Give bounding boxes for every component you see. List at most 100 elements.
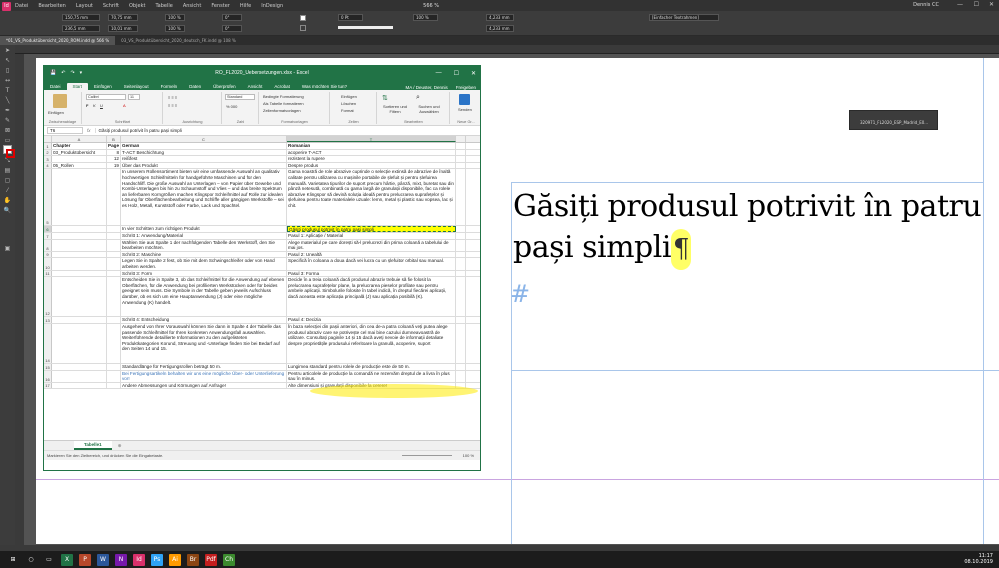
cell-chapter[interactable]: 05_Rollen — [52, 162, 107, 169]
horizontal-ruler[interactable] — [15, 45, 999, 54]
tab-file[interactable]: Datei — [44, 83, 67, 90]
cell-empty[interactable] — [456, 226, 466, 232]
y-field[interactable]: 236,5 mm — [62, 25, 100, 32]
sheet-tab[interactable]: Tabelle1 — [74, 441, 112, 450]
insert-cells-button[interactable]: Einfügen — [341, 94, 357, 99]
align-left-icon[interactable]: ≡ ≡ ≡ — [168, 103, 177, 108]
tab-data[interactable]: Daten — [183, 83, 207, 90]
spreadsheet-grid[interactable]: A B C T 1 Chapter Page German Romanian 2 03_Pr… — [44, 136, 480, 440]
column-header-b[interactable]: B — [107, 136, 121, 142]
excel-zoom-level[interactable]: 100 % — [463, 453, 474, 458]
cell-page[interactable]: Page — [107, 143, 121, 149]
width-field[interactable]: 70,75 mm — [108, 14, 138, 21]
excel-maximize-icon[interactable]: ☐ — [454, 70, 459, 77]
gap-tool-icon[interactable]: ↔ — [2, 77, 13, 85]
shear-field[interactable]: 0° — [222, 25, 242, 32]
cell-german[interactable]: Bei Fertigungsartikeln behalten wir uns … — [121, 370, 287, 382]
scale-x-field[interactable]: 100 % — [165, 14, 185, 21]
cell-empty[interactable] — [456, 277, 466, 317]
floating-pdf-panel[interactable]: 320971_FL2020_ESP_Madrid_E0... — [849, 110, 938, 130]
cell-german[interactable]: Schritt 3: Form — [121, 270, 287, 277]
align-top-icon[interactable]: ≡ ≡ ≡ — [168, 95, 177, 100]
cell-page[interactable] — [107, 364, 121, 370]
cell-romanian[interactable]: Pasul 4: Decizia — [287, 317, 456, 323]
cell-romanian[interactable]: Găsiți produsul potrivit în patru pași s… — [287, 226, 456, 232]
column-header-t[interactable]: T — [287, 136, 456, 142]
line-tool-icon[interactable]: ╲ — [2, 97, 13, 105]
cell-romanian[interactable]: Pasul 3: Forma — [287, 270, 456, 277]
cell-page[interactable] — [107, 239, 121, 251]
cell-german[interactable]: Entscheiden Sie in Spalte 3, ob das Schl… — [121, 277, 287, 317]
scale-y-field[interactable]: 100 % — [165, 25, 185, 32]
menu-indesign[interactable]: InDesign — [261, 3, 283, 9]
bold-icon[interactable]: F — [86, 103, 88, 108]
conditional-formatting-button[interactable]: Bedingte Formatierung — [263, 94, 304, 99]
cell-empty[interactable] — [456, 239, 466, 251]
cell-german[interactable]: Schritt 2: Maschine — [121, 251, 287, 258]
cell-romanian[interactable]: Lungimea standard pentru rolele de produ… — [287, 364, 456, 370]
cell-page[interactable]: 19 — [107, 162, 121, 169]
percent-icon[interactable]: % 000 — [226, 104, 237, 109]
delete-cells-button[interactable]: Löschen — [341, 101, 356, 106]
system-clock[interactable]: 11:17 08.10.2019 — [964, 553, 993, 565]
cell-page[interactable]: 8 — [107, 149, 121, 156]
row-header[interactable]: 11 — [44, 270, 52, 277]
cell-romanian[interactable]: rezistent la rupere — [287, 156, 456, 162]
taskbar-app-icon[interactable]: Pdf — [205, 553, 217, 566]
excel-minimize-icon[interactable]: — — [436, 70, 442, 77]
cell-romanian[interactable]: Pentru articolele de producție la comand… — [287, 370, 456, 382]
zoom-tool-icon[interactable]: 🔍 — [2, 207, 13, 215]
row-header[interactable]: 4 — [44, 162, 52, 169]
cell-chapter[interactable] — [52, 251, 107, 258]
object-style-select[interactable]: [Einfacher Textrahmen] — [649, 14, 719, 21]
cell-page[interactable] — [107, 382, 121, 389]
cell-romanian[interactable]: Decide în a treia coloană dacă produsul … — [287, 277, 456, 317]
vertical-ruler[interactable] — [15, 54, 24, 545]
cell-chapter[interactable] — [52, 364, 107, 370]
inset-top-field[interactable]: 4,233 mm — [486, 14, 514, 21]
transform-tool-icon[interactable]: ⤡ — [2, 157, 13, 165]
cell-empty[interactable] — [456, 251, 466, 258]
row-header[interactable]: 13 — [44, 317, 52, 323]
cell-german[interactable]: T-ACT Beschichtung — [121, 149, 287, 156]
cell-page[interactable]: 12 — [107, 156, 121, 162]
cell-empty[interactable] — [456, 232, 466, 239]
cell-empty[interactable] — [456, 258, 466, 270]
cell-german[interactable]: Schritt 1: Anwendung/Material — [121, 232, 287, 239]
format-as-table-button[interactable]: Als Tabelle formatieren — [263, 101, 304, 106]
row-header[interactable]: 1 — [44, 143, 52, 149]
cell-german[interactable]: Standardlänge für Fertigungsrollen beträ… — [121, 364, 287, 370]
format-cells-button[interactable]: Format — [341, 108, 354, 113]
taskbar-app-icon[interactable]: Br — [187, 553, 199, 566]
taskbar-app-icon[interactable]: Ai — [169, 553, 181, 566]
paste-button[interactable]: Einfügen — [48, 110, 64, 115]
cell-page[interactable] — [107, 370, 121, 382]
taskbar-app-icon[interactable]: ⊞ — [7, 553, 19, 566]
cell-empty[interactable] — [456, 317, 466, 323]
italic-icon[interactable]: K — [93, 103, 96, 108]
cell-romanian[interactable]: În baza selecției din pașii anteriori, d… — [287, 323, 456, 364]
cell-empty[interactable] — [456, 323, 466, 364]
column-header-blank[interactable] — [456, 136, 466, 142]
menu-help[interactable]: Hilfe — [240, 3, 251, 9]
minimize-icon[interactable]: — — [957, 1, 963, 8]
tell-me-box[interactable]: Was möchten Sie tun? — [296, 83, 353, 90]
row-header[interactable]: 8 — [44, 239, 52, 251]
cell-chapter[interactable] — [52, 226, 107, 232]
stroke-weight-field[interactable]: 0 Pt — [338, 14, 363, 21]
user-name[interactable]: Dennis CC — [913, 2, 939, 8]
taskbar-app-icon[interactable]: P — [79, 553, 91, 566]
taskbar-app-icon[interactable]: Ps — [151, 553, 163, 566]
cell-empty[interactable] — [456, 143, 466, 149]
cell-german[interactable]: In vier Schritten zum richtigen Produkt — [121, 226, 287, 232]
cell-page[interactable] — [107, 169, 121, 226]
row-header[interactable]: 12 — [44, 277, 52, 317]
cell-german[interactable]: reißfest — [121, 156, 287, 162]
cell-chapter[interactable] — [52, 156, 107, 162]
menu-object[interactable]: Objekt — [129, 3, 145, 9]
cell-german[interactable]: German — [121, 143, 287, 149]
menu-file[interactable]: Datei — [15, 3, 28, 9]
cell-chapter[interactable] — [52, 270, 107, 277]
cell-chapter[interactable] — [52, 382, 107, 389]
menu-view[interactable]: Ansicht — [183, 3, 201, 9]
